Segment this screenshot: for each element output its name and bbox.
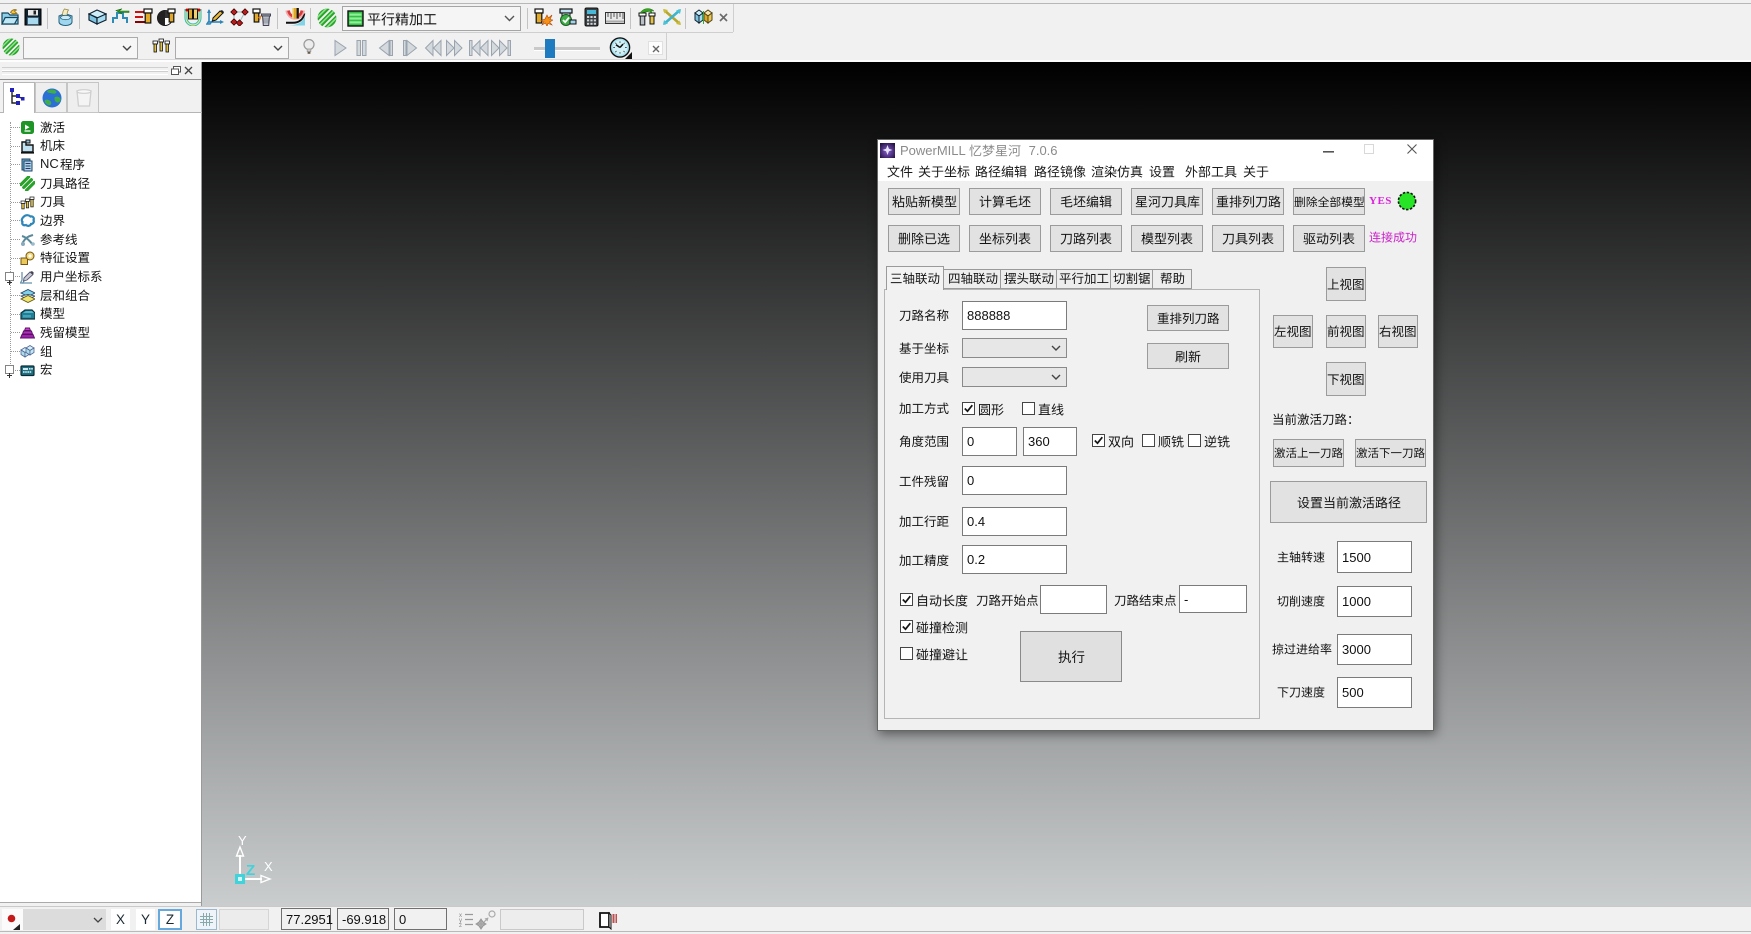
svg-text:X: X xyxy=(264,859,273,874)
svg-text:z: z xyxy=(459,923,462,927)
svg-text:Y: Y xyxy=(238,833,247,848)
svg-text:Z: Z xyxy=(246,862,255,879)
